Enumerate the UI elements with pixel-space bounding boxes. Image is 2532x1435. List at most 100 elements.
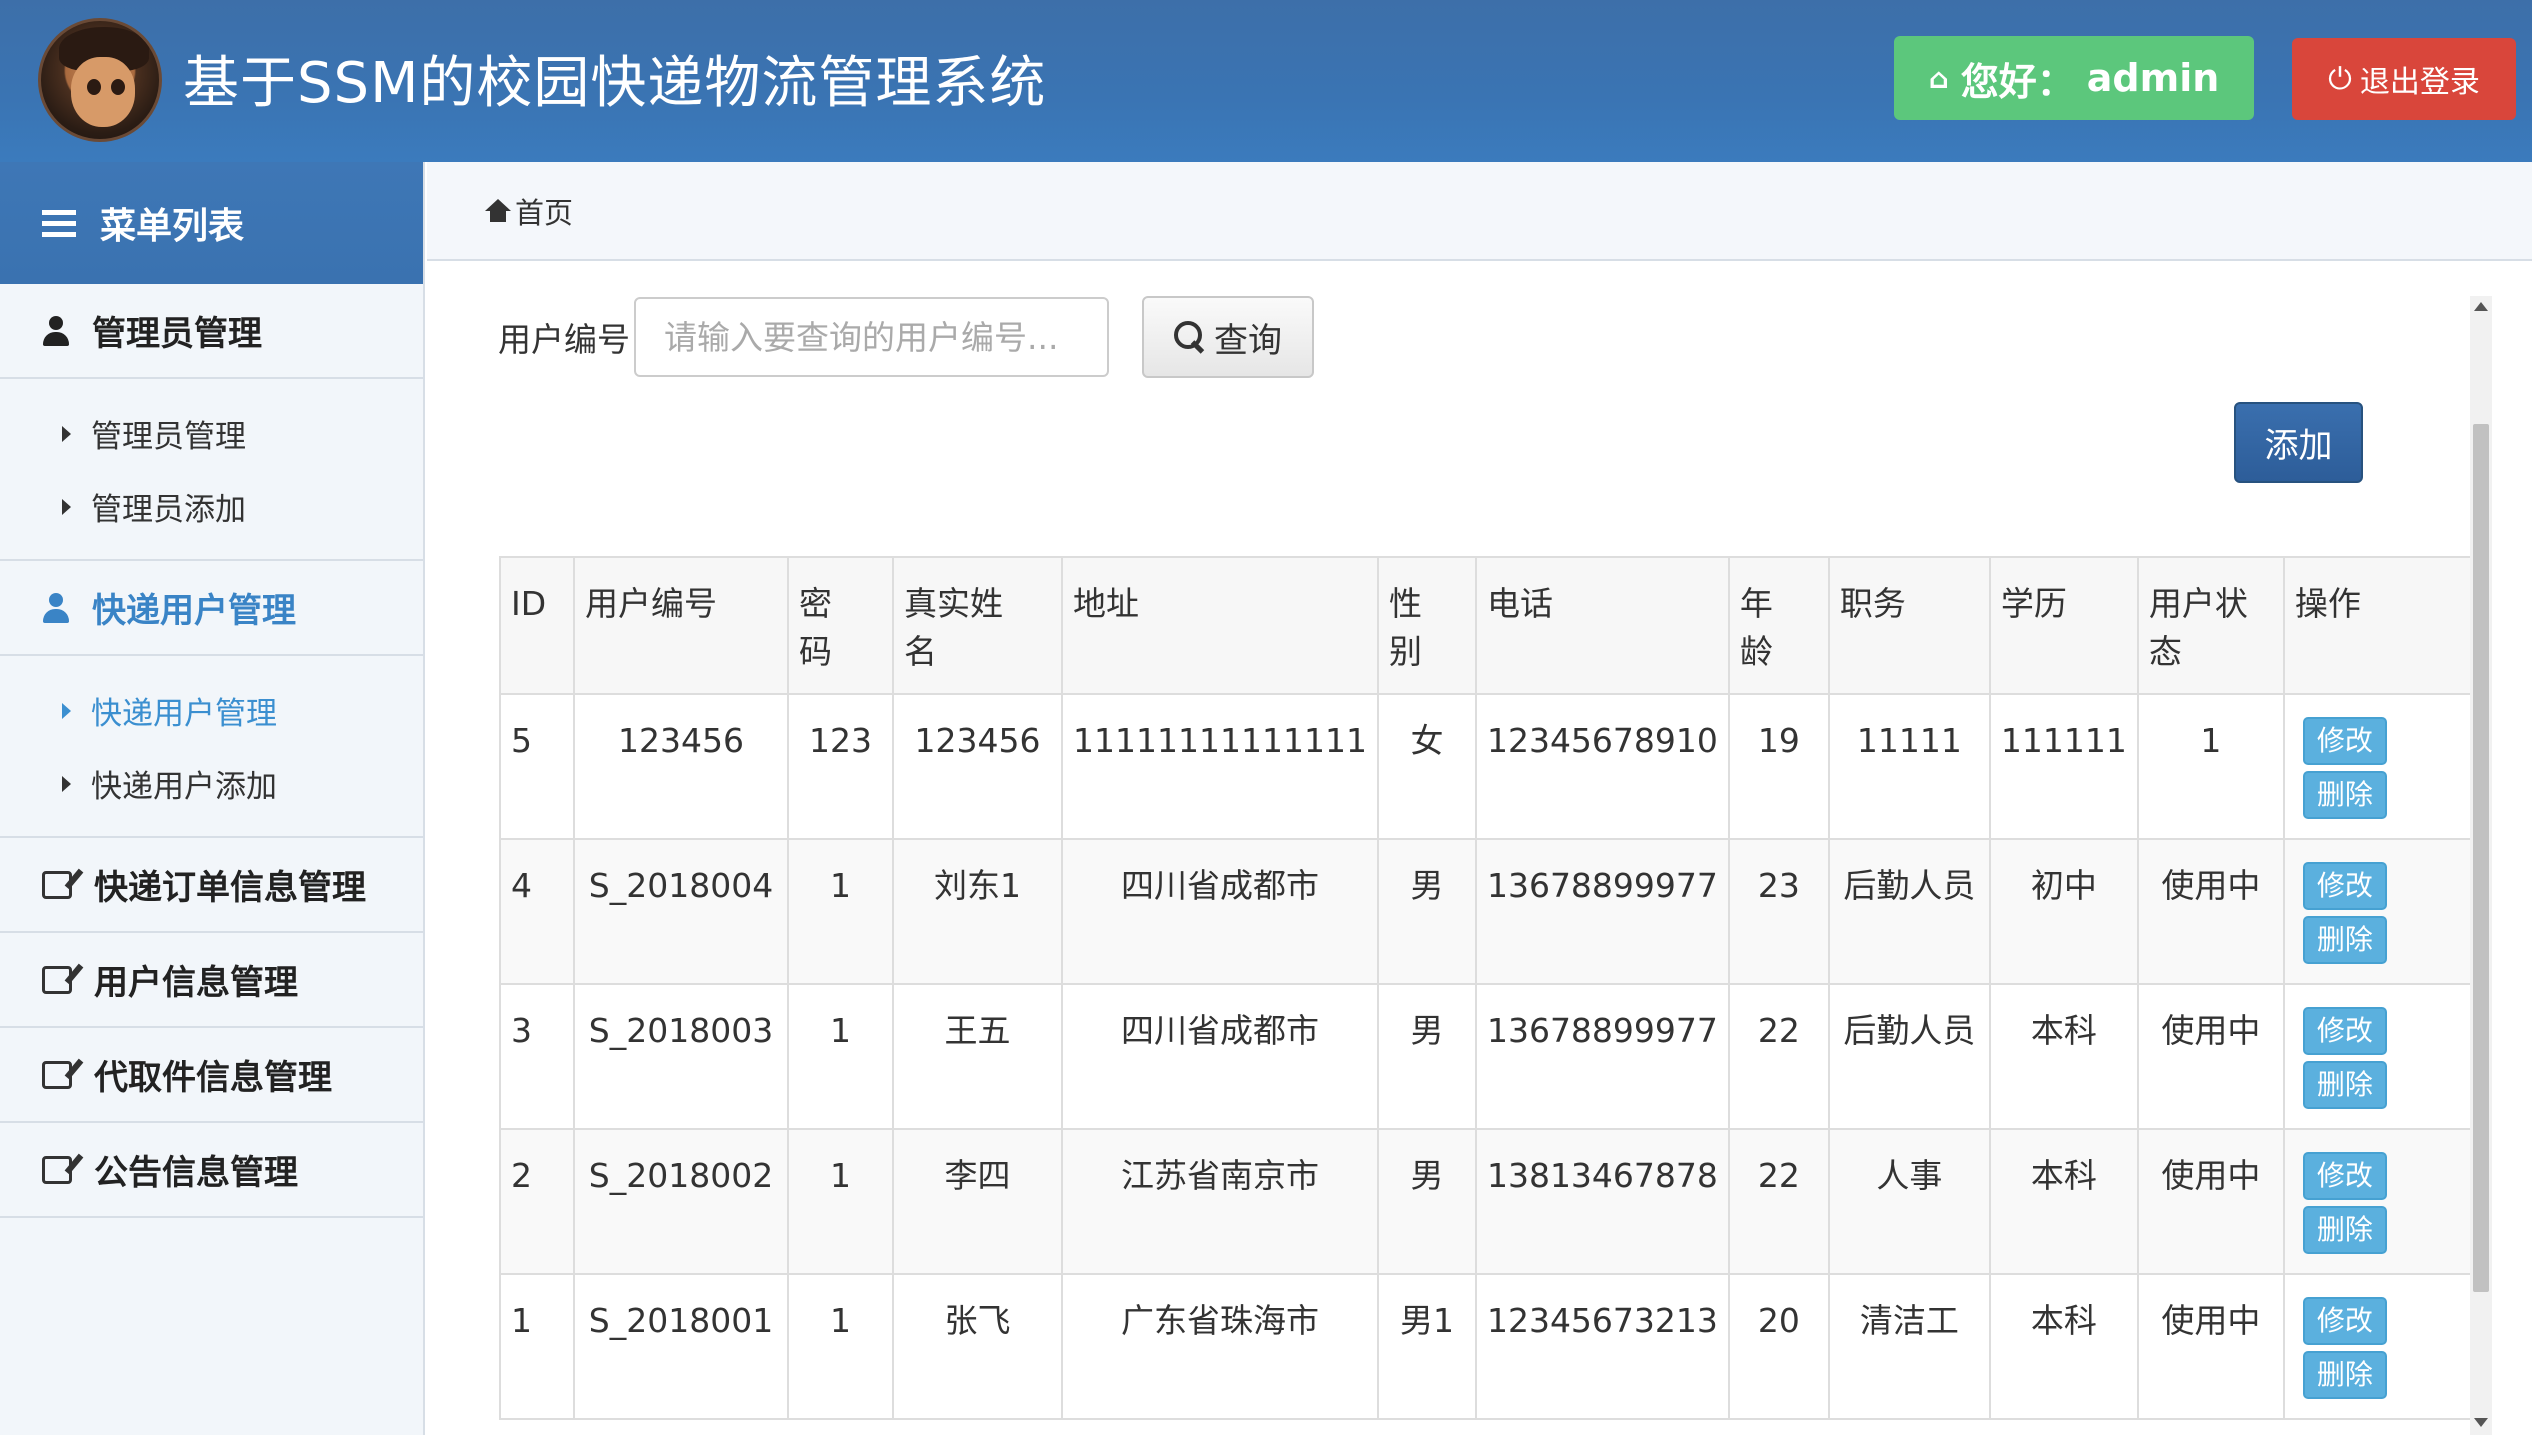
table-header-row: ID 用户编号密 码真实姓 名地址性 别电话年 龄职务 学历 用户状 态操作 (499, 556, 2480, 695)
breadcrumb-home[interactable]: 首页 (515, 190, 573, 232)
breadcrumb: 首页 (427, 162, 2532, 261)
scroll-down-arrow-icon[interactable] (2474, 1418, 2488, 1427)
column-header: 年 龄 (1727, 556, 1830, 695)
table-row: 2 S_2018002 1 李四 江苏省南京市男 13813467878 22 人事 本科 使用中… (499, 1128, 2480, 1275)
table-cell: 1 (787, 1273, 894, 1420)
user-icon (42, 315, 70, 346)
scrollbar-thumb[interactable] (2473, 424, 2489, 1292)
table-cell: 1 (2136, 693, 2285, 840)
sidebar-section-user-info[interactable]: 用户信息管理 (0, 933, 423, 1028)
delete-button[interactable]: 删除 (2302, 916, 2387, 964)
sidebar-section-orders[interactable]: 快递订单信息管理 (0, 838, 423, 933)
edit-button[interactable]: 修改 (2302, 1152, 2387, 1200)
caret-right-icon (62, 775, 71, 792)
user-icon (42, 592, 70, 623)
add-button[interactable]: 添加 (2234, 402, 2363, 483)
table-cell: 1 (787, 838, 894, 985)
column-header: 电话 (1474, 556, 1730, 695)
column-header: 操作 (2282, 556, 2480, 695)
actions-cell: 修改 删除 (2282, 1128, 2480, 1275)
table-cell: 1 (787, 983, 894, 1130)
list-icon (42, 209, 76, 237)
greeting-text: 您好： (1960, 59, 2075, 104)
top-header: 基于SSM的校园快递物流管理系统 ⌂ 您好： admin ⏻ 退出登录 (0, 0, 2532, 162)
table-cell: 12345678910 (1474, 693, 1730, 840)
search-icon (1174, 321, 1206, 353)
table-cell: 男1 (1376, 1273, 1477, 1420)
edit-button[interactable]: 修改 (2302, 862, 2387, 910)
edit-icon (42, 1060, 72, 1089)
logout-button[interactable]: ⏻ 退出登录 (2292, 38, 2516, 120)
sidebar-section-courier-users[interactable]: 快递用户管理 (0, 561, 423, 656)
user-greeting-button[interactable]: ⌂ 您好： admin (1894, 36, 2254, 120)
edit-button[interactable]: 修改 (2302, 1007, 2387, 1055)
table-cell: 本科 (1988, 1128, 2139, 1275)
column-header: ID (499, 556, 575, 695)
table-cell: 11111 (1827, 693, 1991, 840)
sidebar-item-admin-add[interactable]: 管理员添加 (0, 470, 423, 543)
sidebar-item-label: 管理员管理 (91, 419, 246, 455)
table-cell: 男 (1376, 838, 1477, 985)
column-header: 密 码 (787, 556, 894, 695)
app-title: 基于SSM的校园快递物流管理系统 (183, 51, 1047, 116)
caret-right-icon (62, 498, 71, 515)
scroll-up-arrow-icon[interactable] (2474, 302, 2488, 311)
table-cell: 广东省珠海市 (1061, 1273, 1379, 1420)
users-table: ID 用户编号密 码真实姓 名地址性 别电话年 龄职务 学历 用户状 态操作 5 123… (499, 556, 2480, 1420)
search-input[interactable] (634, 297, 1109, 377)
table-cell: 19 (1727, 693, 1830, 840)
table-cell: 张飞 (892, 1273, 1063, 1420)
table-cell: 本科 (1988, 1273, 2139, 1420)
actions-cell: 修改 删除 (2282, 983, 2480, 1130)
table-cell: 王五 (892, 983, 1063, 1130)
menu-title: 菜单列表 (100, 206, 245, 247)
table-cell: 22 (1727, 983, 1830, 1130)
column-header: 用户状 态 (2136, 556, 2285, 695)
sidebar-item-courier-user-manage[interactable]: 快递用户管理 (0, 674, 423, 747)
search-label: 用户编号 (498, 320, 630, 359)
table-cell: 1 (787, 1128, 894, 1275)
sidebar-item-label: 管理员添加 (91, 492, 246, 528)
actions-cell: 修改 删除 (2282, 693, 2480, 840)
table-cell: S_2018004 (573, 838, 789, 985)
table-cell: 男 (1376, 983, 1477, 1130)
actions-cell: 修改 删除 (2282, 838, 2480, 985)
edit-button[interactable]: 修改 (2302, 717, 2387, 765)
table-cell: 23 (1727, 838, 1830, 985)
power-icon: ⏻ (2328, 61, 2352, 97)
delete-button[interactable]: 删除 (2302, 771, 2387, 819)
table-cell: 使用中 (2136, 983, 2285, 1130)
delete-button[interactable]: 删除 (2302, 1351, 2387, 1399)
column-header: 性 别 (1376, 556, 1477, 695)
sidebar-section-pickup[interactable]: 代取件信息管理 (0, 1028, 423, 1123)
column-header: 用户编号 (573, 556, 789, 695)
delete-button[interactable]: 删除 (2302, 1061, 2387, 1109)
sidebar-section-notices[interactable]: 公告信息管理 (0, 1123, 423, 1218)
edit-button[interactable]: 修改 (2302, 1297, 2387, 1345)
table-cell: 123456 (573, 693, 789, 840)
edit-icon (42, 965, 72, 994)
table-cell: 2 (499, 1128, 575, 1275)
sidebar-section-label: 管理员管理 (92, 314, 262, 354)
delete-button[interactable]: 删除 (2302, 1206, 2387, 1254)
logo-avatar (38, 18, 162, 142)
table-cell: 后勤人员 (1827, 838, 1991, 985)
sidebar-item-label: 快递用户添加 (91, 769, 277, 805)
table-cell: 123 (787, 693, 894, 840)
sidebar-section-admin[interactable]: 管理员管理 (0, 284, 423, 379)
logout-label: 退出登录 (2359, 65, 2480, 100)
table-cell: 四川省成都市 (1061, 983, 1379, 1130)
sidebar-item-admin-manage[interactable]: 管理员管理 (0, 397, 423, 470)
sidebar-section-label: 快递用户管理 (92, 591, 296, 631)
edit-icon (42, 1155, 72, 1184)
table-row: 3 S_2018003 1 王五 四川省成都市男 13678899977 22 后勤人员 本科使… (499, 983, 2480, 1130)
sidebar-subitems-courier-users: 快递用户管理 快递用户添加 (0, 656, 423, 838)
table-cell: 13813467878 (1474, 1128, 1730, 1275)
sidebar-item-label: 快递用户管理 (91, 696, 277, 732)
search-button[interactable]: 查询 (1142, 296, 1314, 378)
table-cell: 人事 (1827, 1128, 1991, 1275)
table-cell: 13678899977 (1474, 838, 1730, 985)
sidebar-item-courier-user-add[interactable]: 快递用户添加 (0, 747, 423, 820)
table-cell: 3 (499, 983, 575, 1130)
sidebar-subitems-admin: 管理员管理 管理员添加 (0, 379, 423, 561)
